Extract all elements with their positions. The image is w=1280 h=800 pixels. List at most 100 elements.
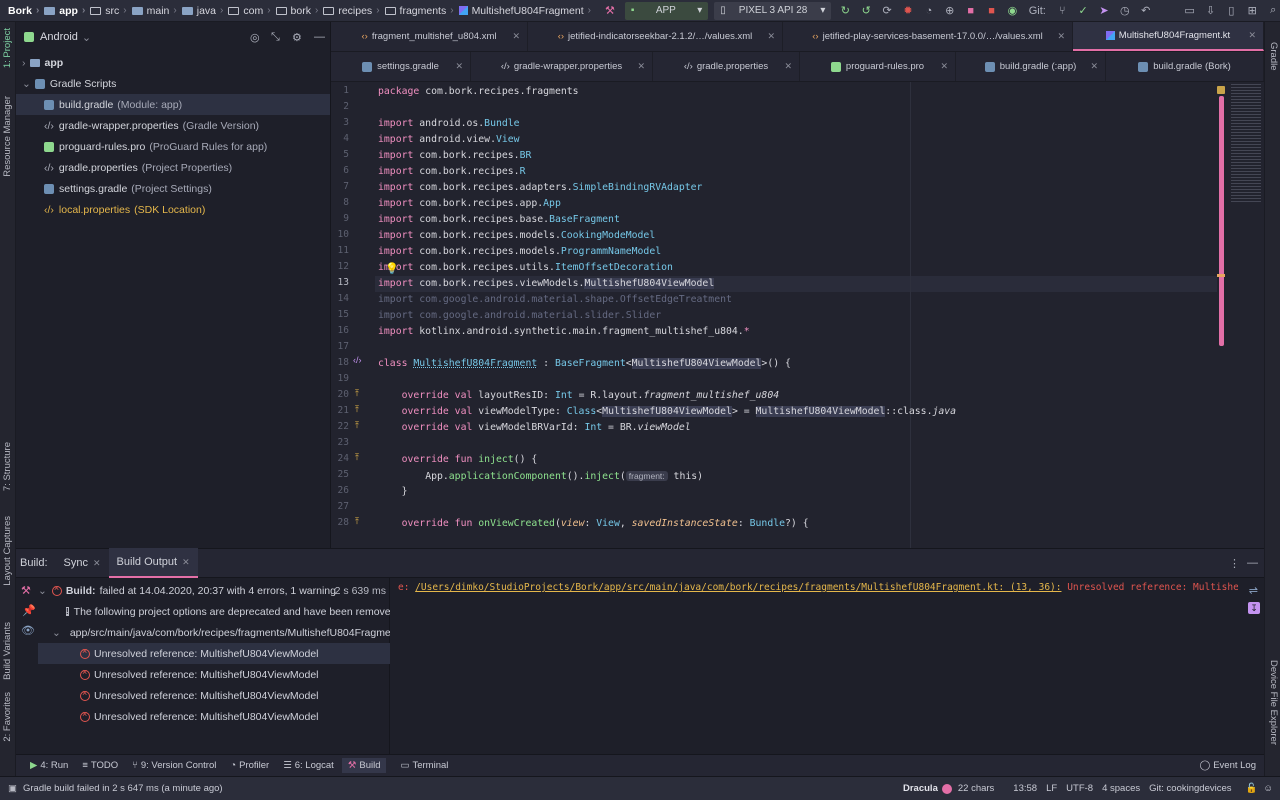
hammer-icon[interactable]: ⚒ [21,584,31,597]
tab-settings-gradle[interactable]: settings.gradle ✕ [331,52,471,81]
stop-icon[interactable]: ■ [985,4,999,18]
tool-window-profiler[interactable]: ◔ Profiler [230,760,269,771]
close-icon[interactable]: ✕ [1057,31,1065,42]
breadcrumb-fragments[interactable]: fragments › [384,5,459,17]
class-gutter-icon[interactable]: ‹/› [353,355,362,365]
tool-window-todo[interactable]: ≡ TODO [82,760,118,771]
code-area[interactable]: package com.bork.recipes.fragments impor… [378,82,1218,548]
override-gutter-icon[interactable]: ⤒ [355,452,359,463]
apply-changes-icon[interactable]: ↺ [859,4,873,18]
tab-build-output[interactable]: Build Output ✕ [108,548,198,578]
git-commit-icon[interactable]: ✓ [1076,4,1090,18]
build-error-item[interactable]: Unresolved reference: MultishefU804ViewM… [38,664,390,685]
tab-build-gradle-bork[interactable]: build.gradle (Bork) [1106,52,1264,81]
build-output-console[interactable]: e: /Users/dimko/StudioProjects/Bork/app/… [390,578,1264,754]
close-icon[interactable]: ✕ [767,31,775,42]
device-file-explorer-tool-tab[interactable]: Device File Explorer [1268,660,1279,745]
close-icon[interactable]: ✕ [1090,61,1098,72]
lock-icon[interactable]: 🔓 [1246,783,1258,794]
close-icon[interactable]: ✕ [784,61,792,72]
warning-icon[interactable] [1217,86,1225,94]
project-view-select[interactable]: Android [40,31,78,43]
run-configuration-select[interactable]: ▪ APP ▾ [624,1,709,20]
gradle-tool-tab[interactable]: Gradle [1268,42,1279,71]
override-gutter-icon[interactable]: ⤒ [355,404,359,415]
eye-icon[interactable]: 👁 [21,624,35,637]
favorites-tool-tab[interactable]: 2: Favorites [2,692,13,742]
tab-sync[interactable]: Sync ✕ [56,548,109,578]
override-gutter-icon[interactable]: ⤒ [355,388,359,399]
lightbulb-icon[interactable]: 💡 [385,262,399,275]
close-icon[interactable]: ✕ [182,557,190,568]
breadcrumb-src[interactable]: src › [90,5,131,17]
git-branch[interactable]: Git: cookingdevices [1149,783,1231,794]
close-icon[interactable]: ✕ [1248,30,1256,41]
build-root[interactable]: ⌄ Build: failed at 14.04.2020, 20:37 wit… [38,580,390,601]
override-gutter-icon[interactable]: ⤒ [355,420,359,431]
soft-wrap-icon[interactable]: ⇌ [1249,584,1258,597]
tree-item-app[interactable]: › app [16,52,330,73]
theme-label[interactable]: Dracula [903,783,938,794]
git-push-icon[interactable]: ➤ [1097,4,1111,18]
tool-window-event-log[interactable]: ◯ Event Log [1200,760,1256,771]
pin-icon[interactable]: 📌 [22,604,36,617]
refresh-icon[interactable]: ↻ [838,4,852,18]
caret-position[interactable]: 13:58 [1013,783,1037,794]
hide-panel-icon[interactable]: — [1247,557,1258,569]
tab-proguard[interactable]: proguard-rules.pro ✕ [800,52,956,81]
tool-window-build[interactable]: ⚒ Build [341,758,387,773]
build-warning[interactable]: ! The following project options are depr… [66,601,390,622]
tree-item-gradle-properties[interactable]: ‹/› gradle.properties (Project Propertie… [16,157,330,178]
line-number-gutter[interactable]: 1 2 3 4 5 6 7 8 9 10 11 12 13 14 15 16 1… [331,82,375,548]
chevron-down-icon[interactable]: ⌄ [38,585,47,597]
git-update-icon[interactable]: ⑂ [1055,4,1069,18]
tool-window-logcat[interactable]: ☰ 6: Logcat [283,760,334,771]
breadcrumb-bork[interactable]: bork › [275,5,324,17]
tab-fragment-xml[interactable]: ‹› fragment_multishef_u804.xml ✕ [331,22,528,51]
attach-icon[interactable]: ⊕ [943,4,957,18]
breadcrumb-com[interactable]: com › [228,5,275,17]
indent-setting[interactable]: 4 spaces [1102,783,1140,794]
tree-item-local-properties[interactable]: ‹/› local.properties (SDK Location) [16,199,330,220]
more-options-icon[interactable]: ⋮ [1229,557,1240,570]
profiler-icon[interactable]: ◔ [922,4,936,18]
tab-gradle-properties[interactable]: ‹/› gradle.properties ✕ [653,52,800,81]
project-tool-tab[interactable]: 1: Project [2,28,13,68]
build-error-item[interactable]: Unresolved reference: MultishefU804ViewM… [38,685,390,706]
debug-icon[interactable]: ✹ [901,4,915,18]
error-marker[interactable] [1217,274,1225,277]
close-icon[interactable]: ✕ [940,61,948,72]
close-icon[interactable]: ✕ [637,61,645,72]
settings-icon[interactable]: ⚙ [292,31,302,44]
tree-item-gradle-wrapper[interactable]: ‹/› gradle-wrapper.properties (Gradle Ve… [16,115,330,136]
chevron-down-icon[interactable]: ⌄ [22,78,31,90]
avd-manager-icon[interactable]: ▯ [1224,4,1238,18]
chevron-down-icon[interactable]: ⌄ [52,627,61,639]
apply-code-icon[interactable]: ⟳ [880,4,894,18]
build-variants-tool-tab[interactable]: Build Variants [2,622,13,680]
layout-inspector-icon[interactable]: ⊞ [1245,4,1259,18]
tree-item-proguard[interactable]: proguard-rules.pro (ProGuard Rules for a… [16,136,330,157]
tab-indicatorseekbar-values[interactable]: ‹› jetified-indicatorseekbar-2.1.2/…/valu… [528,22,783,51]
terminal-icon[interactable]: ▭ [1183,4,1197,18]
structure-tool-tab[interactable]: 7: Structure [2,442,13,491]
breadcrumb-java[interactable]: java › [181,5,229,17]
hammer-icon[interactable]: ⚒ [603,4,617,18]
build-file-node[interactable]: ⌄ app/src/main/java/com/bork/recipes/fra… [52,622,390,643]
breadcrumb-project[interactable]: Bork › [8,5,44,17]
build-error-item[interactable]: Unresolved reference: MultishefU804ViewM… [38,706,390,727]
inspector-icon[interactable]: ☺ [1263,783,1273,794]
output-file-link[interactable]: /Users/dimko/StudioProjects/Bork/app/src… [415,582,1061,593]
sdk-manager-icon[interactable]: ⇩ [1204,4,1218,18]
tab-gradle-wrapper[interactable]: ‹/› gradle-wrapper.properties ✕ [471,52,653,81]
rollback-icon[interactable]: ↶ [1139,4,1153,18]
scroll-from-source-icon[interactable]: ◎ [250,31,260,44]
tab-play-services-values[interactable]: ‹› jetified-play-services-basement-17.0.0… [783,22,1073,51]
search-icon[interactable]: ⌕ [1266,4,1280,18]
tool-window-run[interactable]: ▶ 4: Run [30,760,68,771]
close-icon[interactable]: ✕ [512,31,520,42]
tree-item-build-gradle[interactable]: build.gradle (Module: app) [16,94,330,115]
breadcrumb-recipes[interactable]: recipes › [323,5,384,17]
scroll-thumb[interactable] [1219,96,1224,346]
device-select[interactable]: ▯ PIXEL 3 API 28 ▾ [714,1,832,20]
